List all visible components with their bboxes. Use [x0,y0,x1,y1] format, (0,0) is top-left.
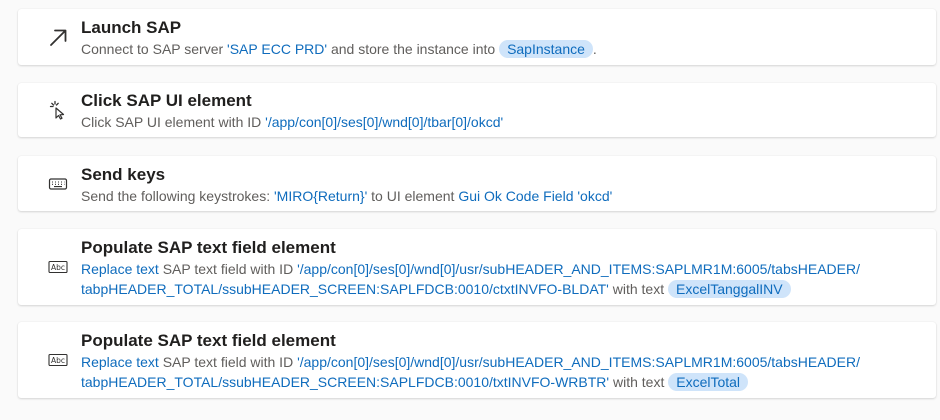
ui-element-value: Gui Ok Code Field 'okcd' [458,188,613,204]
action-launch-sap[interactable]: Launch SAP Connect to SAP server 'SAP EC… [18,9,936,65]
desc-text: SAP text field with ID [158,354,298,370]
action-populate-sap-text-field[interactable]: Abc Populate SAP text field element Repl… [18,229,936,305]
action-description: Click SAP UI element with ID '/app/con[0… [81,112,916,132]
desc-text: Send the following keystrokes: [81,188,274,204]
variable-chip[interactable]: ExcelTotal [668,373,749,391]
svg-text:Abc: Abc [51,356,65,365]
populate-mode-value: Replace text [81,261,159,277]
desc-text: with text [608,281,668,297]
variable-chip[interactable]: ExcelTanggalINV [667,280,791,298]
desc-text: with text [609,374,669,390]
keystrokes-value: 'MIRO{Return}' [274,188,368,204]
action-title: Launch SAP [81,18,182,37]
text-field-id-value: tabpHEADER_TOTAL/ssubHEADER_SCREEN:SAPLF… [81,374,610,390]
keyboard-icon [48,174,68,194]
action-description: Send the following keystrokes: 'MIRO{Ret… [81,186,916,206]
action-title: Populate SAP text field element [81,238,336,257]
text-field-icon: Abc [48,257,68,277]
action-description: Replace text SAP text field with ID '/ap… [81,259,916,299]
action-click-sap-ui-element[interactable]: Click SAP UI element Click SAP UI elemen… [18,83,936,137]
desc-text: . [592,41,597,57]
ui-element-id-value: '/app/con[0]/ses[0]/wnd[0]/tbar[0]/okcd' [265,114,504,130]
action-description: Connect to SAP server 'SAP ECC PRD' and … [81,39,916,59]
action-title: Populate SAP text field element [81,331,336,350]
populate-mode-value: Replace text [81,354,159,370]
desc-text: Connect to SAP server [81,41,228,57]
action-populate-sap-text-field[interactable]: Abc Populate SAP text field element Repl… [18,322,936,398]
desc-text: SAP text field with ID [158,261,298,277]
text-field-id-value: '/app/con[0]/ses[0]/wnd[0]/usr/subHEADER… [297,261,860,277]
click-cursor-icon [48,100,68,120]
variable-chip[interactable]: SapInstance [499,40,593,58]
desc-text: Click SAP UI element with ID [81,114,266,130]
svg-text:Abc: Abc [51,263,65,272]
action-title: Send keys [81,165,166,184]
text-field-id-value: '/app/con[0]/ses[0]/wnd[0]/usr/subHEADER… [297,354,860,370]
desc-text: to UI element [367,188,459,204]
text-field-id-value: tabpHEADER_TOTAL/ssubHEADER_SCREEN:SAPLF… [81,281,609,297]
action-send-keys[interactable]: Send keys Send the following keystrokes:… [18,156,936,211]
text-field-icon: Abc [48,350,68,370]
action-description: Replace text SAP text field with ID '/ap… [81,352,916,392]
arrow-up-right-icon [48,27,68,47]
flow-action-list: Launch SAP Connect to SAP server 'SAP EC… [0,0,940,420]
action-title: Click SAP UI element [81,91,252,110]
server-name-value: 'SAP ECC PRD' [227,41,328,57]
desc-text: and store the instance into [327,41,500,57]
